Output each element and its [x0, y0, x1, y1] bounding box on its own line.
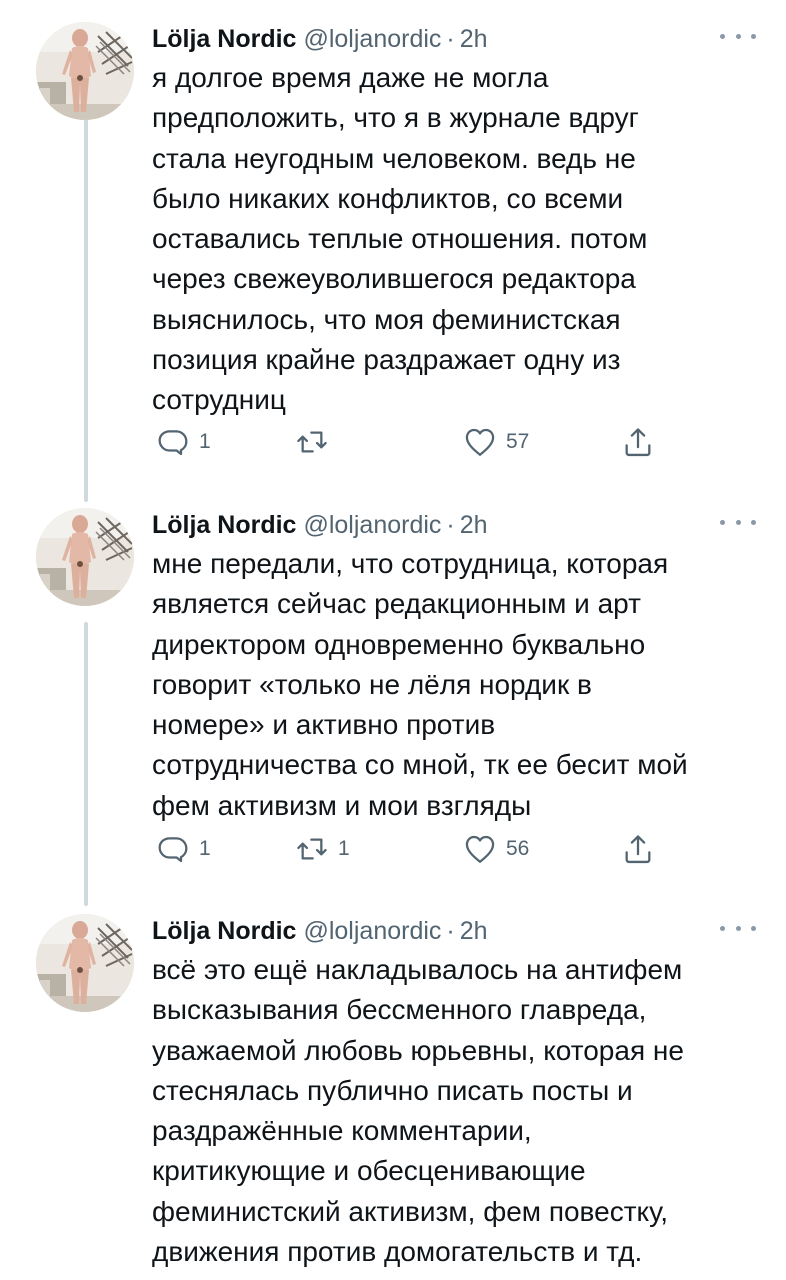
tweet-text-line: мне передали, что сотрудница, которая — [152, 548, 669, 579]
avatar[interactable] — [36, 914, 134, 1012]
reply-count: 1 — [199, 430, 211, 453]
tweet-text-line: позиция крайне раздражает одну из — [152, 344, 621, 376]
tweet[interactable]: Lölja Nordic @loljanordic · 2h мне перед… — [0, 508, 786, 868]
tweet-text-line: фем активизм и мои взгляды — [152, 789, 532, 821]
tweet-text-line: всё это ещё накладывалось на антифем — [152, 954, 683, 985]
share-icon — [622, 833, 654, 865]
tweet-text-line: номере» и активно против — [152, 709, 496, 741]
tweet-text-line: директором одновременно буквально — [152, 628, 646, 660]
tweet-text-line: высказывания бессменного главреда, — [152, 994, 647, 1026]
author-name[interactable]: Lölja Nordic — [152, 511, 296, 540]
tweet-text-line: было никаких конфликтов, со всеми — [152, 182, 624, 214]
author-handle[interactable]: @loljanordic — [303, 511, 441, 540]
more-icon[interactable] — [718, 512, 758, 532]
tweet-header: Lölja Nordic @loljanordic · 2h — [152, 22, 488, 56]
tweet-text: всё это ещё накладывалось на антифем выс… — [152, 950, 767, 1272]
reply-count: 1 — [199, 837, 211, 860]
timestamp[interactable]: 2h — [460, 25, 488, 54]
tweet[interactable]: Lölja Nordic @loljanordic · 2h всё это е… — [0, 914, 786, 1280]
tweet-header: Lölja Nordic @loljanordic · 2h — [152, 914, 488, 948]
tweet-text-line: стала неугодным человеком. ведь не — [152, 142, 636, 174]
action-bar: 1 57 — [152, 425, 672, 459]
retweet-count: 1 — [338, 837, 350, 860]
action-bar: 1 1 56 — [152, 832, 672, 866]
like-icon — [464, 833, 496, 865]
more-icon[interactable] — [718, 918, 758, 938]
like-count: 57 — [506, 430, 530, 453]
separator-dot: · — [446, 916, 455, 945]
tweet-text: мне передали, что сотрудница, которая яв… — [152, 544, 767, 826]
tweet-text-line: говорит «только не лёля нордик в — [152, 668, 592, 700]
more-icon[interactable] — [718, 26, 758, 46]
timestamp[interactable]: 2h — [460, 511, 488, 540]
tweet-text-line: феминистский активизм, фем повестку, — [152, 1195, 669, 1227]
tweet-text-line: выяснилось, что моя феминистская — [152, 303, 621, 335]
tweet-text-line: раздражённые комментарии, — [152, 1115, 532, 1147]
reply-button[interactable]: 1 — [157, 832, 211, 866]
tweet-text: я долгое время даже не могла предположит… — [152, 58, 767, 421]
tweet-text-line: критикующие и обесценивающие — [152, 1155, 586, 1187]
like-icon — [464, 426, 496, 458]
avatar-image — [36, 914, 134, 1012]
share-button[interactable] — [622, 425, 654, 459]
tweet-text-line: сотрудниц — [152, 384, 286, 416]
author-handle[interactable]: @loljanordic — [303, 25, 441, 54]
like-count: 56 — [506, 837, 530, 860]
separator-dot: · — [446, 510, 455, 539]
reply-icon — [157, 833, 189, 865]
like-button[interactable]: 57 — [464, 425, 529, 459]
like-button[interactable]: 56 — [464, 832, 529, 866]
tweet-text-line: через свежеуволившегося редактора — [152, 263, 636, 295]
timestamp[interactable]: 2h — [460, 917, 488, 946]
author-handle[interactable]: @loljanordic — [303, 917, 441, 946]
tweet-text-line: сотрудничества со мной, тк ее бесит мой — [152, 749, 688, 781]
avatar-image — [36, 22, 134, 120]
tweet-text-line: является сейчас редакционным и арт — [152, 588, 641, 620]
share-icon — [622, 426, 654, 458]
retweet-button[interactable]: 1 — [296, 832, 350, 866]
retweet-icon — [296, 833, 328, 865]
avatar[interactable] — [36, 508, 134, 606]
tweet-header: Lölja Nordic @loljanordic · 2h — [152, 508, 488, 542]
author-name[interactable]: Lölja Nordic — [152, 25, 296, 54]
author-name[interactable]: Lölja Nordic — [152, 917, 296, 946]
separator-dot: · — [446, 24, 455, 53]
tweet-text-line: уважаемой любовь юрьевны, которая не — [152, 1034, 684, 1066]
share-button[interactable] — [622, 832, 654, 866]
tweet-text-line: стеснялась публично писать посты и — [152, 1074, 633, 1106]
tweet-text-line: я долгое время даже не могла — [152, 62, 549, 93]
avatar[interactable] — [36, 22, 134, 120]
tweet-text-line: оставались теплые отношения. потом — [152, 223, 648, 255]
reply-button[interactable]: 1 — [157, 425, 211, 459]
tweet-text-line: предположить, что я в журнале вдруг — [152, 102, 639, 134]
avatar-image — [36, 508, 134, 606]
tweet-text-line: движения против домогательств и тд. — [152, 1236, 643, 1268]
retweet-button[interactable] — [296, 425, 338, 459]
retweet-icon — [296, 426, 328, 458]
tweet[interactable]: Lölja Nordic @loljanordic · 2h я долгое … — [0, 22, 786, 462]
reply-icon — [157, 426, 189, 458]
